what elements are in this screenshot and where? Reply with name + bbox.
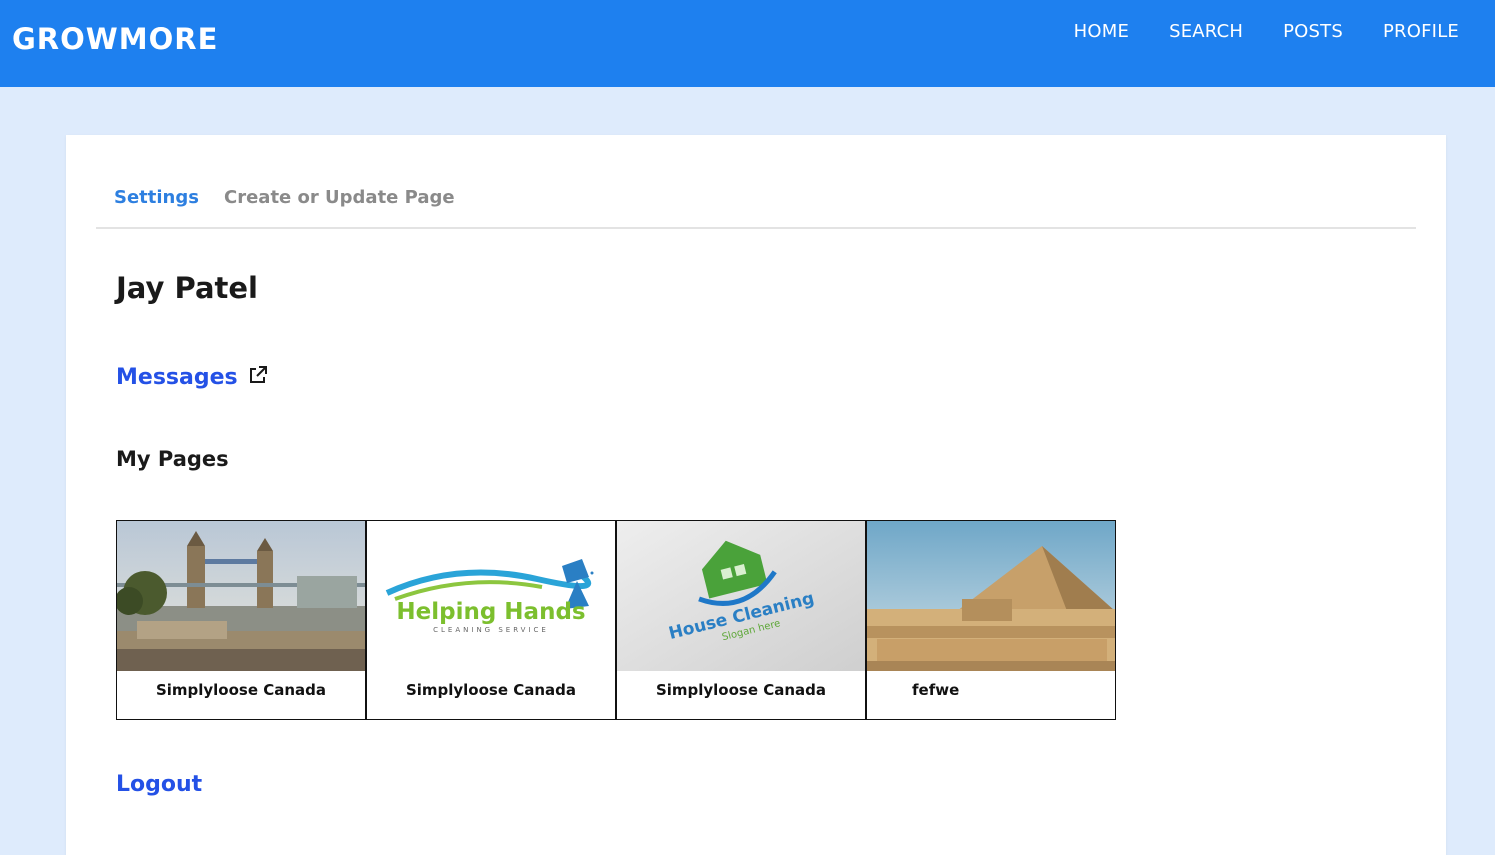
page-grid: Simplyloose Canada Helping Hands CLEANIN… [116, 520, 1116, 720]
main-nav: HOME SEARCH POSTS PROFILE [1034, 21, 1459, 42]
messages-link[interactable]: Messages [116, 365, 268, 390]
pyramid-photo [867, 521, 1115, 671]
top-navbar: GROWMORE HOME SEARCH POSTS PROFILE [0, 0, 1495, 87]
my-pages-heading: My Pages [116, 447, 229, 471]
user-name: Jay Patel [116, 271, 258, 305]
tower-bridge-photo [117, 521, 365, 671]
page-card[interactable]: Simplyloose Canada [116, 520, 366, 720]
page-card[interactable]: fefwe [866, 520, 1116, 720]
page-card-title: Simplyloose Canada [405, 681, 577, 699]
page-card-title: fefwe [912, 681, 960, 699]
brand-logo[interactable]: GROWMORE [12, 22, 218, 56]
page-card-title: Simplyloose Canada [655, 681, 827, 699]
logout-link[interactable]: Logout [116, 772, 202, 797]
nav-posts[interactable]: POSTS [1283, 21, 1343, 42]
tab-settings[interactable]: Settings [114, 187, 199, 208]
tab-bar: Settings Create or Update Page [96, 183, 1416, 229]
page-card[interactable]: House Cleaning Slogan here Simplyloose C… [616, 520, 866, 720]
messages-label[interactable]: Messages [116, 365, 238, 390]
page-card[interactable]: Helping Hands CLEANING SERVICE Simplyloo… [366, 520, 616, 720]
nav-search[interactable]: SEARCH [1169, 21, 1243, 42]
external-link-icon[interactable] [248, 365, 268, 385]
tab-create-update-page[interactable]: Create or Update Page [224, 187, 455, 208]
helping-hands-logo: Helping Hands CLEANING SERVICE [367, 521, 615, 671]
profile-card: Settings Create or Update Page Jay Patel… [66, 135, 1446, 855]
nav-profile[interactable]: PROFILE [1383, 21, 1459, 42]
nav-home[interactable]: HOME [1074, 21, 1129, 42]
logo-main-text: Helping Hands [396, 599, 585, 625]
logo-sub-text: CLEANING SERVICE [433, 626, 549, 634]
house-cleaning-logo: House Cleaning Slogan here [617, 521, 865, 671]
page-card-title: Simplyloose Canada [155, 681, 327, 699]
